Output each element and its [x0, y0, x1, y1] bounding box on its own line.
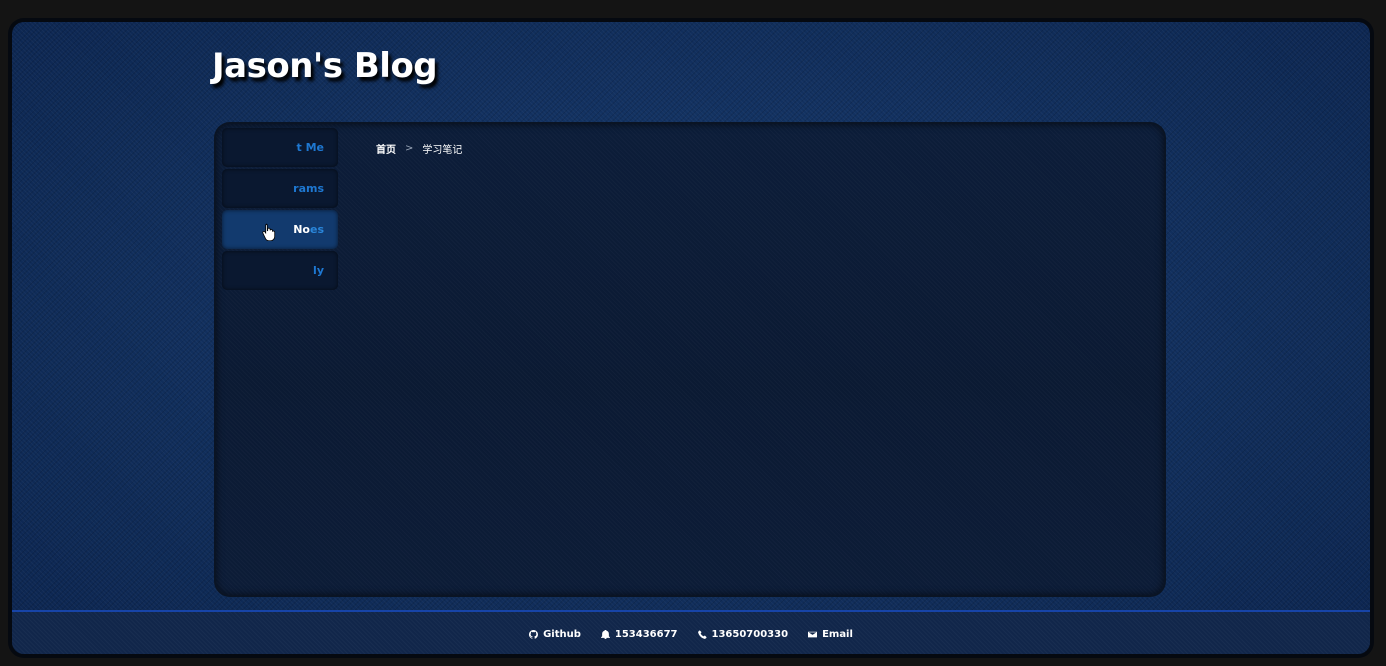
- main-panel: t Me rams Noes ly 首页 > 学习笔记: [216, 124, 1164, 595]
- footer-phone-link[interactable]: 13650700330: [697, 628, 789, 640]
- footer-github-label: Github: [543, 628, 581, 640]
- nav-item-label: t Me: [296, 141, 325, 154]
- github-icon: [529, 629, 538, 639]
- window-frame: Jason's Blog t Me rams Noes ly 首页 > 学习笔记…: [8, 18, 1374, 658]
- site-title[interactable]: Jason's Blog: [212, 46, 438, 86]
- mail-icon: [808, 631, 818, 637]
- footer-email-link[interactable]: Email: [808, 629, 853, 640]
- footer-email-label: Email: [822, 628, 853, 640]
- bell-icon: [600, 629, 610, 639]
- footer-qq-link[interactable]: 153436677: [600, 628, 678, 640]
- footer-phone-label: 13650700330: [711, 628, 789, 640]
- breadcrumb-separator: >: [405, 143, 414, 154]
- breadcrumb-home[interactable]: 首页: [376, 141, 396, 156]
- footer-qq-label: 153436677: [614, 628, 678, 640]
- nav-item-label: rams: [293, 182, 324, 195]
- breadcrumb-current: 学习笔记: [422, 145, 463, 156]
- nav-item-notes[interactable]: Noes: [222, 210, 338, 249]
- breadcrumb: 首页 > 学习笔记: [376, 141, 462, 156]
- hand-cursor-icon: [262, 223, 276, 241]
- nav-item-about-me[interactable]: t Me: [222, 128, 338, 167]
- nav-item-label: ly: [313, 264, 324, 277]
- footer-github-link[interactable]: Github: [529, 629, 581, 640]
- footer: Github 153436677 13650700330 Email: [12, 610, 1370, 654]
- nav-item-family[interactable]: ly: [222, 251, 338, 290]
- page-viewport: Jason's Blog t Me rams Noes ly 首页 > 学习笔记…: [12, 22, 1370, 654]
- nav-item-label-rest: es: [309, 223, 324, 236]
- phone-icon: [697, 629, 707, 639]
- nav-item-programs[interactable]: rams: [222, 169, 338, 208]
- sidebar-nav: t Me rams Noes ly: [222, 128, 338, 292]
- nav-item-label-strong: No: [293, 223, 310, 236]
